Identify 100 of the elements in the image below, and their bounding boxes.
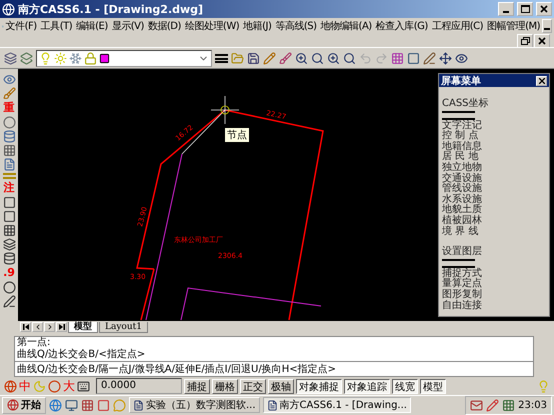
close-button[interactable] [536,76,547,86]
screen-menu-item[interactable]: 图形复制 [442,290,546,300]
zoom-in-icon[interactable] [327,52,340,64]
layer-dropdown[interactable] [36,50,212,66]
app-icon[interactable] [97,398,110,412]
status-toggle[interactable]: 极轴 [268,378,294,394]
screen-menu-item[interactable]: 控 制 点 [442,131,546,142]
crosshair-cursor [210,96,240,124]
line-icon[interactable] [2,295,16,308]
screen-menu-item[interactable]: 地貌土质 [442,205,546,216]
menu-item[interactable]: 工程应用(C) [430,19,486,33]
circle-icon[interactable] [2,281,16,294]
pencil-icon[interactable] [486,398,500,412]
menu-item[interactable]: 图幅管理(M) [485,19,542,33]
grid-icon[interactable] [2,144,16,157]
status-toggle[interactable]: 正交 [240,378,266,394]
menu-item[interactable]: 数据(D) [146,19,183,33]
status-toggle[interactable]: 对象追踪 [344,378,390,394]
move-icon[interactable] [439,52,452,64]
pen-icon[interactable] [423,52,436,64]
screen-menu-item[interactable]: 居 民 地 [442,152,546,163]
snowflake-icon [69,52,82,64]
taskbar-button[interactable]: 实验（五）数字测图软... [129,397,260,413]
minimize-button[interactable] [498,2,514,16]
square-icon[interactable] [2,196,16,209]
command-input[interactable]: 曲线Q/边长交会B/隔一点J/微导线A/延伸E/插点I/回退U/换向H<指定点> [14,361,534,377]
grid-icon[interactable] [391,52,404,64]
keyboard-icon[interactable] [77,380,90,392]
screen-menu-item[interactable]: 自由连接 [442,300,546,312]
mail-icon[interactable] [470,398,484,412]
status-toggle[interactable]: 线宽 [392,378,418,394]
panel-title: 屏幕菜单 [441,74,481,88]
status-toggle[interactable]: 对象捕捉 [296,378,342,394]
start-button[interactable]: 开始 [2,396,46,414]
layout-tab[interactable]: 模型 [68,322,98,332]
desktop-icon[interactable] [65,398,78,412]
close-button[interactable] [534,34,550,48]
save-icon[interactable] [247,52,260,64]
rectangle-icon[interactable] [2,210,16,223]
separator-bar [442,110,475,120]
restore-icon [520,37,530,45]
window-title: 南方CASS6.1 - [Drawing2.dwg] [18,2,204,16]
database-icon[interactable] [2,252,16,265]
brush-icon[interactable] [279,52,292,64]
menu-item[interactable]: 文件(F) [4,19,39,33]
sun-icon [54,52,67,64]
circle-icon[interactable] [2,116,16,129]
app-icon[interactable] [502,398,516,412]
status-toggle[interactable]: 捕捉 [184,378,210,394]
database-icon[interactable] [2,130,16,143]
screen-menu-item[interactable]: 水系设施 [442,194,546,206]
maximize-icon [520,5,530,13]
layout-tab[interactable]: Layout1 [99,322,148,332]
screen-menu-item[interactable]: 管线设施 [442,184,546,195]
grid-icon[interactable] [2,224,16,237]
tab-scroll-button[interactable] [20,322,31,332]
screen-menu-item[interactable]: 植被园林 [442,216,546,227]
layers-icon[interactable] [4,52,17,64]
command-history-line: 曲线Q/边长交会B/<指定点> [17,349,146,361]
status-toggle[interactable]: 模型 [420,378,446,394]
restore-button[interactable] [517,34,533,48]
tab-scroll-button[interactable] [56,322,67,332]
eye-icon[interactable] [455,52,468,64]
screen-menu-item[interactable]: CASS坐标 [442,99,546,110]
lock-icon [84,52,97,64]
lineweight-icon[interactable] [215,53,228,63]
screen-menu-item[interactable]: 设置图层 [442,247,546,258]
search-icon[interactable] [311,52,324,64]
search-icon[interactable] [343,52,356,64]
close-button[interactable] [536,2,552,16]
arrow-icon [22,323,30,331]
close-icon [538,37,546,45]
menu-item[interactable]: 显示(V) [110,19,146,33]
menu-item[interactable]: 工具(T) [38,19,74,33]
layers-icon[interactable] [2,238,16,251]
arrow-icon [58,323,66,331]
brush-icon[interactable] [2,87,16,100]
zoom-in-icon[interactable] [295,52,308,64]
minimize-button[interactable] [542,19,552,33]
menu-item[interactable]: 地物编辑(A) [318,19,374,33]
status-toggle[interactable]: 栅格 [212,378,238,394]
maximize-button[interactable] [517,2,533,16]
frame-icon[interactable] [407,52,420,64]
color-swatch-icon [99,52,110,64]
screen-menu-item[interactable]: 境 界 线 [442,226,546,238]
menu-item[interactable]: 地籍(J) [241,19,274,33]
menu-item[interactable]: 等高线(S) [273,19,319,33]
punctuation-icon[interactable] [48,380,61,392]
screen-menu-item[interactable]: 独立地物 [442,162,546,174]
browser-icon[interactable] [49,398,62,412]
screen-menu-item[interactable]: 量算定点 [442,279,546,290]
ime-icon[interactable] [4,380,17,392]
eye-icon[interactable] [2,73,16,86]
menu-item[interactable]: 检查入库(G) [374,19,430,33]
screen-menu-item[interactable]: 地籍信息 [442,142,546,152]
menu-item[interactable]: 编辑(E) [74,19,110,33]
app-icon[interactable] [81,398,94,412]
menu-item[interactable]: 绘图处理(W) [182,19,242,33]
taskbar-button[interactable]: 南方CASS6.1 - [Drawing... [262,397,411,413]
close-icon [538,78,544,84]
